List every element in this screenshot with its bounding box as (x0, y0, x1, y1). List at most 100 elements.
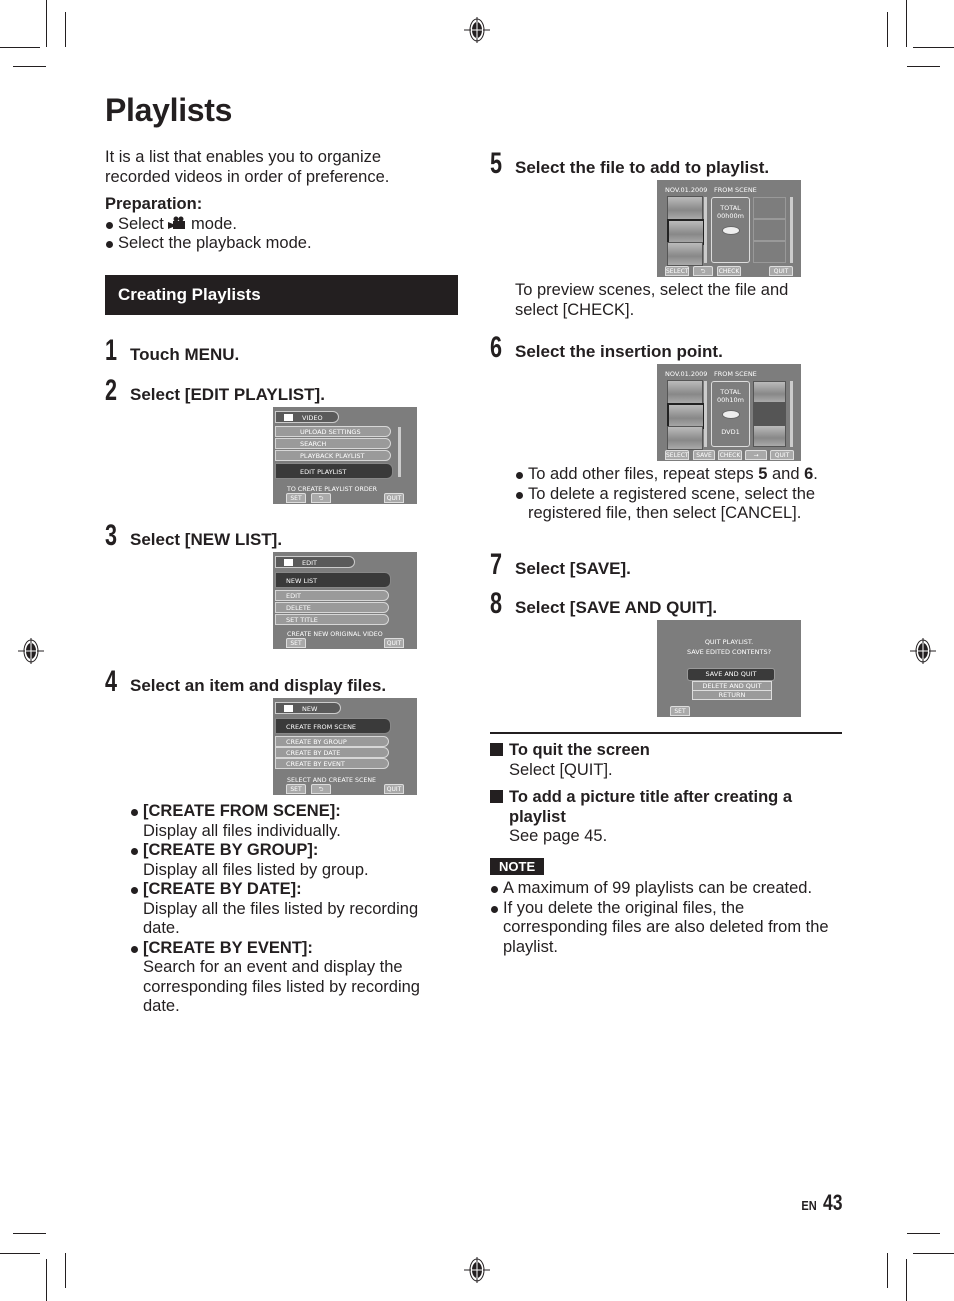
screen-header: EDIT PLAYLIST (275, 556, 355, 579)
video-camera-icon (168, 216, 186, 229)
step-number: 2 (105, 374, 118, 407)
menu-item-selected[interactable]: NEW LIST (275, 572, 391, 588)
scrollbar[interactable] (790, 197, 793, 263)
screen-caption: TO CREATE PLAYLIST ORDER (287, 486, 378, 493)
select-button[interactable]: SELECT (665, 266, 689, 276)
slot[interactable] (753, 241, 786, 263)
registered-scene[interactable] (753, 425, 786, 447)
menu-item[interactable]: UPLOAD SETTINGS (275, 426, 391, 437)
step-number: 7 (490, 548, 503, 581)
video-icon (284, 705, 293, 712)
divider (490, 732, 842, 734)
screen-caption: CREATE NEW ORIGINAL VIDEO (287, 631, 383, 638)
check-button[interactable]: CHECK (718, 450, 742, 460)
option-label: [CREATE FROM SCENE]: (143, 802, 341, 820)
scrollbar[interactable] (704, 197, 707, 263)
set-button[interactable]: SET (286, 493, 306, 503)
quit-button[interactable]: QUIT (769, 266, 793, 276)
scrollbar[interactable] (704, 381, 707, 447)
quit-button[interactable]: QUIT (384, 638, 404, 648)
tip-title: To add a picture title after creating a … (490, 788, 820, 827)
step-4: 4 Select an item and display files. (105, 667, 386, 697)
registered-scene[interactable] (753, 403, 786, 425)
tip-title-text: To add a picture title after creating a … (509, 788, 793, 826)
menu-item[interactable]: SET TITLE (275, 614, 389, 625)
step-number: 1 (105, 334, 118, 367)
step-text: Select [SAVE AND QUIT]. (515, 598, 718, 617)
menu-item-selected[interactable]: EDIT PLAYLIST (275, 463, 393, 479)
step4-options: [CREATE FROM SCENE]: Display all files in… (130, 802, 440, 1017)
menu-item-label: CREATE BY EVENT (286, 760, 345, 768)
menu-item[interactable]: CREATE BY EVENT (275, 758, 389, 769)
step6-bullets: To add other files, repeat steps 5 and 6… (515, 465, 845, 524)
menu-item-selected[interactable]: CREATE FROM SCENE (275, 718, 391, 734)
menu-item-label: CREATE BY GROUP (286, 738, 347, 746)
slot[interactable] (753, 219, 786, 241)
video-icon (284, 559, 293, 566)
option-item: [CREATE BY GROUP]: Display all files list… (130, 841, 440, 880)
return-option[interactable]: RETURN (692, 690, 772, 700)
thumbnail[interactable] (667, 196, 703, 220)
step-8: 8 Select [SAVE AND QUIT]. (490, 589, 717, 619)
crop-mark (913, 47, 954, 48)
tip-body: See page 45. (509, 827, 608, 845)
screen-quit-dialog: QUIT PLAYLIST. SAVE EDITED CONTENTS? SAV… (657, 620, 801, 717)
step-number: 8 (490, 587, 503, 620)
menu-item[interactable]: CREATE BY DATE (275, 747, 389, 758)
header-label: VIDEO (302, 414, 323, 422)
total-time: 00h10m (717, 396, 744, 404)
slot[interactable] (753, 197, 786, 219)
step-text: Select [EDIT PLAYLIST]. (130, 385, 325, 404)
menu-item[interactable]: PLAYBACK PLAYLIST (275, 450, 391, 461)
crop-mark (13, 1233, 46, 1234)
menu-item[interactable]: EDIT (275, 590, 389, 601)
tip-body: Select [QUIT]. (509, 760, 613, 779)
mode-label: FROM SCENE (714, 370, 757, 378)
step-text: Touch MENU. (130, 345, 240, 364)
thumbnail[interactable] (667, 242, 703, 266)
language-label: EN (801, 1198, 817, 1213)
back-button[interactable]: ⮌ (311, 784, 331, 794)
save-and-quit-option[interactable]: SAVE AND QUIT (687, 668, 775, 681)
total-panel: TOTAL 00h10m DVD1 (711, 381, 750, 447)
prep-text: mode. (191, 214, 237, 233)
crop-mark (65, 1253, 66, 1288)
select-button[interactable]: SELECT (665, 450, 689, 460)
back-button[interactable]: ⮌ (693, 266, 713, 276)
page-footer: EN 43 (800, 1190, 847, 1216)
set-button[interactable]: SET (670, 706, 690, 716)
back-button[interactable]: ⮌ (311, 493, 331, 503)
quit-button[interactable]: QUIT (384, 784, 404, 794)
scrollbar[interactable] (398, 427, 401, 477)
next-arrow-button[interactable]: → (745, 450, 767, 460)
crop-mark (46, 0, 47, 47)
quit-button[interactable]: QUIT (770, 450, 794, 460)
check-button[interactable]: CHECK (717, 266, 741, 276)
screen-header: VIDEO (275, 411, 339, 423)
crop-mark (13, 66, 46, 67)
scrollbar[interactable] (790, 381, 793, 447)
note-label: NOTE (490, 858, 545, 875)
screen-menu: VIDEO UPLOAD SETTINGS SEARCH PLAYBACK PL… (273, 407, 417, 504)
menu-item[interactable]: SEARCH (275, 438, 391, 449)
menu-item[interactable]: DELETE (275, 602, 389, 613)
thumbnail[interactable] (667, 380, 703, 404)
square-bullet-icon (490, 743, 503, 756)
preparation-item: Select mode. (105, 215, 465, 235)
preparation-item: Select the playback mode. (105, 234, 465, 254)
registered-scene[interactable] (753, 381, 786, 403)
crop-mark (907, 1233, 940, 1234)
quit-button[interactable]: QUIT (384, 493, 404, 503)
step-5: 5 Select the file to add to playlist. (490, 149, 769, 179)
set-button[interactable]: SET (286, 638, 306, 648)
menu-item-label: CREATE BY DATE (286, 749, 341, 757)
step-text: Select [SAVE]. (515, 559, 631, 578)
save-button[interactable]: SAVE (693, 450, 715, 460)
step-2: 2 Select [EDIT PLAYLIST]. (105, 376, 325, 406)
note-item: If you delete the original files, the co… (490, 899, 842, 958)
video-icon (284, 414, 293, 421)
screen-new-list: NEW LIST CREATE FROM SCENE CREATE BY GRO… (273, 698, 417, 795)
set-button[interactable]: SET (286, 784, 306, 794)
menu-item[interactable]: CREATE BY GROUP (275, 736, 389, 747)
thumbnail[interactable] (667, 426, 703, 450)
